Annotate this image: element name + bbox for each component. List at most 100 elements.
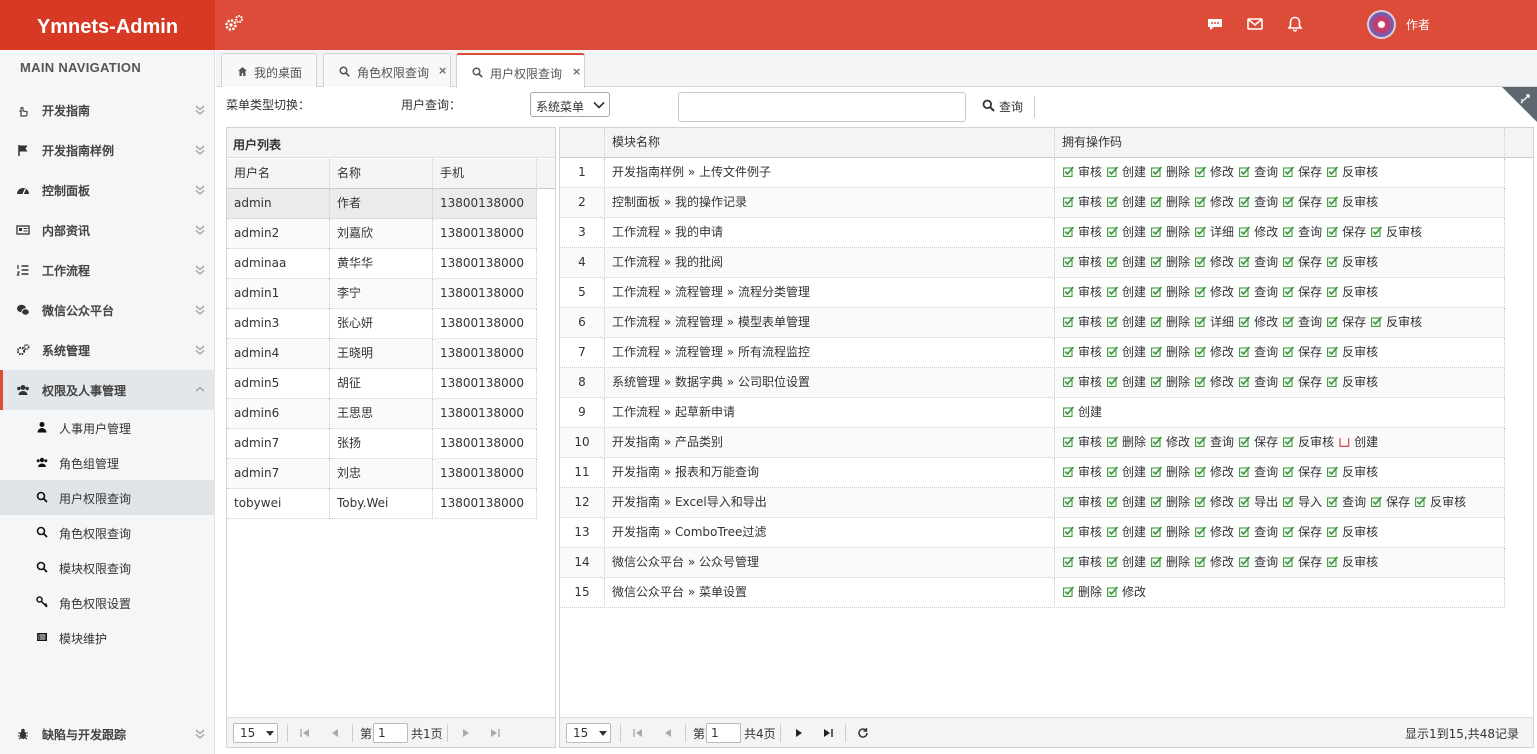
op-code-granted[interactable]: 删除 [1151, 368, 1190, 397]
bell-icon[interactable] [1286, 15, 1304, 33]
op-code-granted[interactable]: 删除 [1151, 548, 1190, 577]
op-code-granted[interactable]: 反审核 [1327, 278, 1378, 307]
op-code-granted[interactable]: 创建 [1107, 338, 1146, 367]
op-code-granted[interactable]: 删除 [1151, 188, 1190, 217]
op-code-granted[interactable]: 详细 [1195, 308, 1234, 337]
op-code-granted[interactable]: 详细 [1195, 218, 1234, 247]
op-code-granted[interactable]: 保存 [1283, 248, 1322, 277]
op-code-granted[interactable]: 查询 [1239, 158, 1278, 187]
op-code-granted[interactable]: 查询 [1239, 368, 1278, 397]
submenu-role-groups[interactable]: 角色组管理 [0, 445, 215, 480]
table-row[interactable]: 3 工作流程 » 我的申请 审核 创建 删除 详细 修改 查询 保存 反审核 [560, 218, 1505, 248]
op-code-granted[interactable]: 反审核 [1327, 458, 1378, 487]
op-code-granted[interactable]: 创建 [1107, 518, 1146, 547]
menu-bug-tracking[interactable]: 缺陷与开发跟踪 [0, 714, 215, 754]
table-row[interactable]: adminaa 黄华华 13800138000 [227, 249, 537, 279]
op-code-granted[interactable]: 导入 [1283, 488, 1322, 517]
page-size-select[interactable]: 15 [566, 723, 611, 743]
op-code-granted[interactable]: 反审核 [1327, 368, 1378, 397]
refresh-icon[interactable] [857, 727, 869, 739]
op-code-denied[interactable]: 创建 [1339, 428, 1378, 457]
op-code-granted[interactable]: 查询 [1239, 458, 1278, 487]
table-row[interactable]: admin7 张扬 13800138000 [227, 429, 537, 459]
table-row[interactable]: 14 微信公众平台 » 公众号管理 审核 创建 删除 修改 查询 保存 反审核 [560, 548, 1505, 578]
tab-my-desktop[interactable]: 我的桌面 [221, 53, 317, 87]
op-code-granted[interactable]: 反审核 [1327, 548, 1378, 577]
op-code-granted[interactable]: 审核 [1063, 278, 1102, 307]
op-code-granted[interactable]: 删除 [1151, 248, 1190, 277]
op-code-granted[interactable]: 删除 [1063, 578, 1102, 607]
menu-type-select[interactable]: 系统菜单 [530, 92, 610, 117]
page-number-input[interactable]: 1 [706, 723, 741, 743]
op-code-granted[interactable]: 查询 [1327, 488, 1366, 517]
page-size-select[interactable]: 15 [233, 723, 278, 743]
op-code-granted[interactable]: 创建 [1107, 158, 1146, 187]
op-code-granted[interactable]: 审核 [1063, 188, 1102, 217]
menu-workflow[interactable]: 工作流程 [0, 250, 215, 290]
op-code-granted[interactable]: 审核 [1063, 488, 1102, 517]
op-code-granted[interactable]: 创建 [1107, 368, 1146, 397]
first-page-icon[interactable] [632, 727, 644, 739]
op-code-granted[interactable]: 查询 [1239, 548, 1278, 577]
tab-role-permission-query[interactable]: 角色权限查询 × [323, 53, 451, 87]
op-code-granted[interactable]: 保存 [1327, 308, 1366, 337]
op-code-granted[interactable]: 创建 [1107, 188, 1146, 217]
op-code-granted[interactable]: 反审核 [1371, 218, 1422, 247]
table-row[interactable]: admin 作者 13800138000 [227, 189, 537, 219]
menu-system-management[interactable]: 系统管理 [0, 330, 215, 370]
op-code-granted[interactable]: 审核 [1063, 158, 1102, 187]
op-code-granted[interactable]: 反审核 [1415, 488, 1466, 517]
op-code-granted[interactable]: 保存 [1283, 278, 1322, 307]
table-row[interactable]: 5 工作流程 » 流程管理 » 流程分类管理 审核 创建 删除 修改 查询 保存 反审核 [560, 278, 1505, 308]
op-code-granted[interactable]: 修改 [1195, 548, 1234, 577]
table-row[interactable]: admin3 张心妍 13800138000 [227, 309, 537, 339]
op-code-granted[interactable]: 删除 [1151, 458, 1190, 487]
menu-permission-hr[interactable]: 权限及人事管理 [0, 370, 215, 410]
op-code-granted[interactable]: 审核 [1063, 368, 1102, 397]
op-code-granted[interactable]: 查询 [1239, 278, 1278, 307]
op-code-granted[interactable]: 删除 [1151, 518, 1190, 547]
op-code-granted[interactable]: 审核 [1063, 308, 1102, 337]
table-row[interactable]: 9 工作流程 » 起草新申请 创建 [560, 398, 1505, 428]
op-code-granted[interactable]: 修改 [1195, 458, 1234, 487]
op-code-granted[interactable]: 创建 [1107, 488, 1146, 517]
submenu-role-permission-settings[interactable]: 角色权限设置 [0, 585, 215, 620]
table-row[interactable]: admin1 李宁 13800138000 [227, 279, 537, 309]
table-row[interactable]: admin7 刘忠 13800138000 [227, 459, 537, 489]
op-code-granted[interactable]: 修改 [1195, 338, 1234, 367]
op-code-granted[interactable]: 保存 [1371, 488, 1410, 517]
op-code-granted[interactable]: 创建 [1107, 218, 1146, 247]
op-code-granted[interactable]: 删除 [1151, 158, 1190, 187]
menu-wechat[interactable]: 微信公众平台 [0, 290, 215, 330]
op-code-granted[interactable]: 反审核 [1327, 248, 1378, 277]
table-row[interactable]: admin2 刘嘉欣 13800138000 [227, 219, 537, 249]
submenu-module-permission-query[interactable]: 模块权限查询 [0, 550, 215, 585]
op-code-granted[interactable]: 查询 [1239, 248, 1278, 277]
op-code-granted[interactable]: 修改 [1107, 578, 1146, 607]
table-row[interactable]: 11 开发指南 » 报表和万能查询 审核 创建 删除 修改 查询 保存 反审核 [560, 458, 1505, 488]
tab-user-permission-query[interactable]: 用户权限查询 × [456, 53, 585, 88]
table-row[interactable]: 4 工作流程 » 我的批阅 审核 创建 删除 修改 查询 保存 反审核 [560, 248, 1505, 278]
table-row[interactable]: 13 开发指南 » ComboTree过滤 审核 创建 删除 修改 查询 保存 反审核 [560, 518, 1505, 548]
op-code-granted[interactable]: 修改 [1195, 278, 1234, 307]
op-code-granted[interactable]: 反审核 [1327, 188, 1378, 217]
op-code-granted[interactable]: 反审核 [1327, 518, 1378, 547]
submenu-module-maintenance[interactable]: 模块维护 [0, 620, 215, 655]
column-header-module[interactable]: 模块名称 [605, 128, 1055, 158]
op-code-granted[interactable]: 反审核 [1327, 338, 1378, 367]
op-code-granted[interactable]: 保存 [1283, 338, 1322, 367]
op-code-granted[interactable]: 查询 [1239, 188, 1278, 217]
op-code-granted[interactable]: 保存 [1283, 458, 1322, 487]
app-logo[interactable]: Ymnets-Admin [0, 0, 215, 50]
column-header-phone[interactable]: 手机 [433, 159, 537, 189]
user-name[interactable]: 作者 [1406, 16, 1430, 33]
op-code-granted[interactable]: 修改 [1195, 518, 1234, 547]
envelope-icon[interactable] [1246, 15, 1264, 33]
cogs-icon[interactable] [224, 14, 244, 34]
page-number-input[interactable]: 1 [373, 723, 408, 743]
prev-page-icon[interactable] [662, 727, 674, 739]
op-code-granted[interactable]: 创建 [1107, 308, 1146, 337]
op-code-granted[interactable]: 反审核 [1283, 428, 1334, 457]
op-code-granted[interactable]: 修改 [1239, 308, 1278, 337]
column-header-name[interactable]: 名称 [330, 159, 433, 189]
